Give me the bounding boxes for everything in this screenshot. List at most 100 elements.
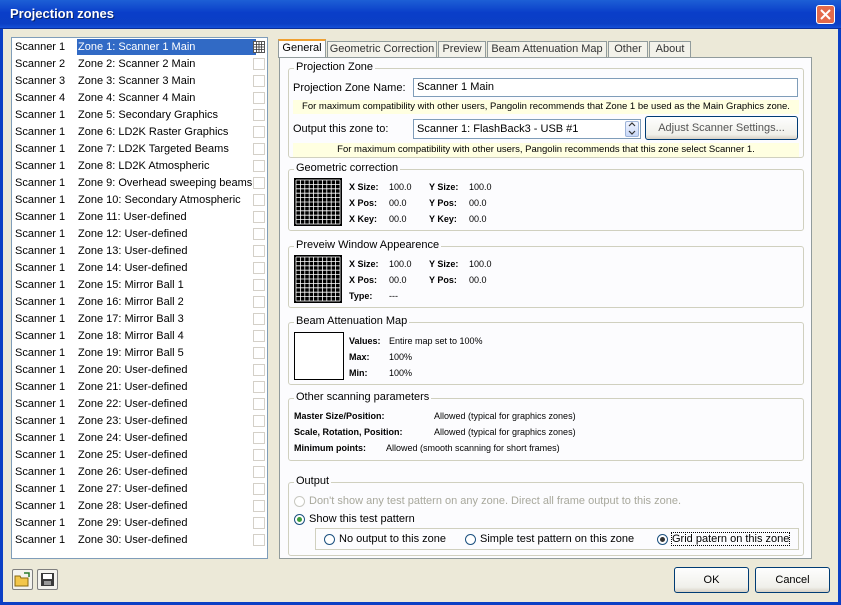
zone-checkbox[interactable] xyxy=(253,228,265,240)
zone-row[interactable]: Scanner 1 Zone 19: Mirror Ball 5 xyxy=(13,345,267,362)
geometric-grid-preview[interactable] xyxy=(294,178,342,226)
zone-name: Zone 17: Mirror Ball 3 xyxy=(78,313,184,325)
tab-about[interactable]: About xyxy=(649,41,691,57)
zone-row[interactable]: Scanner 1 Zone 17: Mirror Ball 3 xyxy=(13,311,267,328)
zone-row[interactable]: Scanner 1 Zone 10: Secondary Atmospheric xyxy=(13,192,267,209)
zone-checkbox[interactable] xyxy=(253,330,265,342)
zone-name-input[interactable]: Scanner 1 Main xyxy=(413,78,798,97)
zone-row[interactable]: Scanner 4 Zone 4: Scanner 4 Main xyxy=(13,90,267,107)
zone-checkbox[interactable] xyxy=(253,534,265,546)
zone-row[interactable]: Scanner 1 Zone 20: User-defined xyxy=(13,362,267,379)
zone-checkbox[interactable] xyxy=(253,58,265,70)
zone-checkbox[interactable] xyxy=(253,75,265,87)
zone-row[interactable]: Scanner 1 Zone 6: LD2K Raster Graphics xyxy=(13,124,267,141)
zone-checkbox[interactable] xyxy=(253,126,265,138)
zone-checkbox[interactable] xyxy=(253,432,265,444)
zone-checkbox[interactable] xyxy=(253,262,265,274)
zone-row[interactable]: Scanner 1 Zone 15: Mirror Ball 1 xyxy=(13,277,267,294)
zone-list[interactable]: Scanner 1 Zone 1: Scanner 1 Main Scanner 2… xyxy=(11,37,268,559)
tab-preview[interactable]: Preview xyxy=(438,41,486,57)
zone-checkbox[interactable] xyxy=(253,364,265,376)
output-scanner-select[interactable]: Scanner 1: FlashBack3 - USB #1 xyxy=(413,119,641,139)
no-test-pattern-radio[interactable] xyxy=(294,496,305,507)
zone-row[interactable]: Scanner 1 Zone 11: User-defined xyxy=(13,209,267,226)
zone-row[interactable]: Scanner 1 Zone 30: User-defined xyxy=(13,532,267,549)
scale-rotation-value: Allowed (typical for graphics zones) xyxy=(434,427,576,437)
zone-checkbox[interactable] xyxy=(253,381,265,393)
zone-checkbox[interactable] xyxy=(253,398,265,410)
close-button[interactable] xyxy=(816,5,835,24)
zone-name: Zone 13: User-defined xyxy=(78,245,188,257)
ok-button[interactable]: OK xyxy=(674,567,749,593)
tab-general[interactable]: General xyxy=(278,39,326,58)
zone-row[interactable]: Scanner 1 Zone 24: User-defined xyxy=(13,430,267,447)
zone-checkbox[interactable] xyxy=(253,415,265,427)
zone-scanner: Scanner 1 xyxy=(15,109,66,121)
zone-row[interactable]: Scanner 2 Zone 2: Scanner 2 Main xyxy=(13,56,267,73)
zone-scanner: Scanner 1 xyxy=(15,279,66,291)
zone-checkbox[interactable] xyxy=(253,279,265,291)
zone-row[interactable]: Scanner 1 Zone 27: User-defined xyxy=(13,481,267,498)
zone-checkbox[interactable] xyxy=(253,194,265,206)
zone-name: Zone 11: User-defined xyxy=(78,211,187,223)
open-button[interactable] xyxy=(12,569,33,590)
open-folder-icon xyxy=(14,572,30,587)
zone-checkbox[interactable] xyxy=(253,41,265,53)
zone-checkbox[interactable] xyxy=(253,500,265,512)
zone-row[interactable]: Scanner 1 Zone 29: User-defined xyxy=(13,515,267,532)
zone-row[interactable]: Scanner 1 Zone 21: User-defined xyxy=(13,379,267,396)
zone-row[interactable]: Scanner 1 Zone 16: Mirror Ball 2 xyxy=(13,294,267,311)
attenuation-map-preview[interactable] xyxy=(294,332,344,380)
no-test-pattern-label: Don't show any test pattern on any zone.… xyxy=(309,495,682,507)
zone-checkbox[interactable] xyxy=(253,296,265,308)
max-label: Max: xyxy=(349,352,370,362)
zone-name: Zone 23: User-defined xyxy=(78,415,188,427)
zone-row[interactable]: Scanner 1 Zone 25: User-defined xyxy=(13,447,267,464)
zone-row[interactable]: Scanner 1 Zone 18: Mirror Ball 4 xyxy=(13,328,267,345)
zone-checkbox[interactable] xyxy=(253,92,265,104)
grid-pattern-radio[interactable] xyxy=(657,534,668,545)
cancel-button[interactable]: Cancel xyxy=(755,567,830,593)
save-button[interactable] xyxy=(37,569,58,590)
zone-checkbox[interactable] xyxy=(253,466,265,478)
zone-row[interactable]: Scanner 1 Zone 7: LD2K Targeted Beams xyxy=(13,141,267,158)
output-group: Output Don't show any test pattern on an… xyxy=(288,475,804,556)
zone-row[interactable]: Scanner 1 Zone 1: Scanner 1 Main xyxy=(13,39,267,56)
zone-checkbox[interactable] xyxy=(253,177,265,189)
tab-other[interactable]: Other xyxy=(608,41,648,57)
show-test-pattern-radio[interactable] xyxy=(294,514,305,525)
dropdown-button[interactable] xyxy=(625,121,639,137)
show-test-pattern-label: Show this test pattern xyxy=(309,513,415,525)
zone-row[interactable]: Scanner 1 Zone 22: User-defined xyxy=(13,396,267,413)
zone-row[interactable]: Scanner 1 Zone 5: Secondary Graphics xyxy=(13,107,267,124)
zone-row[interactable]: Scanner 1 Zone 12: User-defined xyxy=(13,226,267,243)
tab-beam-attenuation-map[interactable]: Beam Attenuation Map xyxy=(487,41,607,57)
zone-row[interactable]: Scanner 3 Zone 3: Scanner 3 Main xyxy=(13,73,267,90)
adjust-scanner-settings-button[interactable]: Adjust Scanner Settings... xyxy=(645,116,798,140)
no-output-radio[interactable] xyxy=(324,534,335,545)
minimum-points-value: Allowed (smooth scanning for short frame… xyxy=(386,443,560,453)
zone-row[interactable]: Scanner 1 Zone 8: LD2K Atmospheric xyxy=(13,158,267,175)
zone-row[interactable]: Scanner 1 Zone 14: User-defined xyxy=(13,260,267,277)
preview-grid[interactable] xyxy=(294,255,342,303)
zone-checkbox[interactable] xyxy=(253,313,265,325)
zone-row[interactable]: Scanner 1 Zone 23: User-defined xyxy=(13,413,267,430)
zone-checkbox[interactable] xyxy=(253,143,265,155)
zone-checkbox[interactable] xyxy=(253,160,265,172)
zone-checkbox[interactable] xyxy=(253,109,265,121)
zone-row[interactable]: Scanner 1 Zone 9: Overhead sweeping beams xyxy=(13,175,267,192)
zone-checkbox[interactable] xyxy=(253,347,265,359)
y-size-label: Y Size: xyxy=(429,259,459,269)
zone-row[interactable]: Scanner 1 Zone 26: User-defined xyxy=(13,464,267,481)
zone-row[interactable]: Scanner 1 Zone 28: User-defined xyxy=(13,498,267,515)
zone-scanner: Scanner 1 xyxy=(15,347,66,359)
zone-checkbox[interactable] xyxy=(253,483,265,495)
zone-row[interactable]: Scanner 1 Zone 13: User-defined xyxy=(13,243,267,260)
simple-pattern-radio[interactable] xyxy=(465,534,476,545)
zone-checkbox[interactable] xyxy=(253,517,265,529)
zone-checkbox[interactable] xyxy=(253,211,265,223)
group-title: Output xyxy=(294,475,332,487)
zone-checkbox[interactable] xyxy=(253,245,265,257)
zone-checkbox[interactable] xyxy=(253,449,265,461)
tab-geometric-correction[interactable]: Geometric Correction xyxy=(327,41,437,57)
